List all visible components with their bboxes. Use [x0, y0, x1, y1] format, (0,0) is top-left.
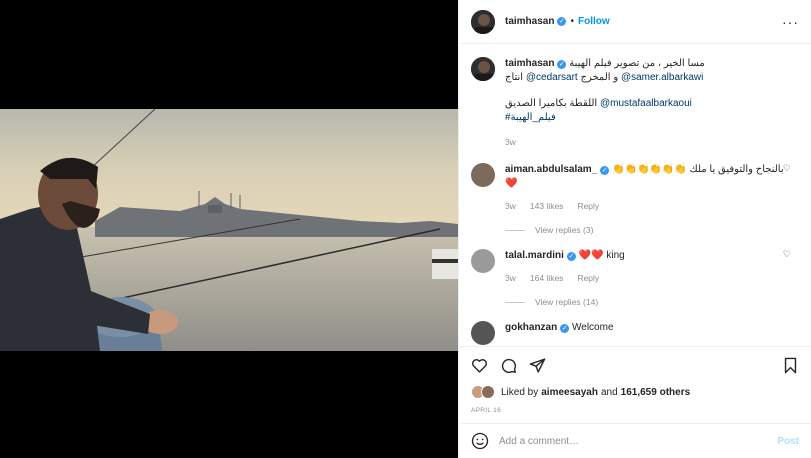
- verified-icon: ✓: [557, 17, 567, 26]
- caption: taimhasan ✓ مسا الخير ، من تصوير فيلم اله…: [471, 57, 799, 149]
- comment-username[interactable]: aiman.abdulsalam_: [505, 164, 597, 175]
- commenter-avatar[interactable]: [471, 321, 495, 345]
- add-comment-bar: Post: [459, 423, 811, 458]
- separator-dot: •: [570, 16, 574, 27]
- comment-time[interactable]: 3w: [505, 271, 516, 285]
- post-actions: Liked by aimeesayah and 161,659 others A…: [459, 346, 811, 414]
- verified-icon: ✓: [560, 324, 570, 333]
- comment-body: gokhanzan ✓ Welcome: [505, 321, 795, 335]
- mention-samer-albarkawi[interactable]: @samer.albarkawi: [621, 72, 703, 83]
- post-modal: taimhasan ✓ • Follow ··· taimhasan ✓ مسا …: [0, 0, 811, 458]
- caption-body: taimhasan ✓ مسا الخير ، من تصوير فيلم اله…: [505, 57, 795, 149]
- caption-username[interactable]: taimhasan: [505, 58, 554, 69]
- divider-line: [505, 229, 525, 231]
- reply-button[interactable]: Reply: [577, 199, 599, 213]
- fishing-photo: [0, 109, 458, 351]
- more-icon[interactable]: ···: [782, 14, 799, 30]
- mention-cedarsart[interactable]: @cedarsart: [526, 72, 578, 83]
- avatar-photo: [471, 9, 495, 34]
- caption-line-2-mid: و المخرج: [577, 72, 621, 83]
- caption-line-2-prefix: انتاج: [505, 72, 526, 83]
- divider-line: [505, 301, 525, 303]
- comments-list[interactable]: taimhasan ✓ مسا الخير ، من تصوير فيلم اله…: [459, 45, 811, 345]
- post-photo[interactable]: [0, 109, 458, 351]
- caption-line-3-prefix: اللقطة بكاميرا الصديق: [505, 98, 600, 109]
- comment-item: talal.mardini ✓ ❤️❤️ king 3w 164 likes Re…: [471, 249, 799, 285]
- caption-time[interactable]: 3w: [505, 135, 516, 149]
- view-replies-button[interactable]: View replies (3): [505, 225, 799, 235]
- comment-body: aiman.abdulsalam_ ✓ 👏👏👏👏👏👏 بالنجاح والتوف…: [505, 163, 795, 213]
- comment-emoji: 👏👏👏👏👏👏: [612, 164, 687, 175]
- likes-summary: Liked by aimeesayah and 161,659 others: [471, 385, 799, 399]
- likes-prefix: Liked by: [501, 386, 539, 398]
- comment-username[interactable]: gokhanzan: [505, 322, 557, 333]
- emoji-icon[interactable]: [471, 432, 489, 450]
- caption-line-1: مسا الخير ، من تصوير فيلم الهيبة: [569, 58, 705, 69]
- commenter-avatar[interactable]: [471, 163, 495, 187]
- comment-text: king: [603, 250, 625, 261]
- liker-avatar[interactable]: [481, 385, 495, 399]
- post-comment-button[interactable]: Post: [777, 436, 799, 447]
- post-media[interactable]: [0, 0, 458, 458]
- like-heart-icon[interactable]: [471, 357, 488, 374]
- comment-emoji: ❤️❤️: [578, 250, 604, 261]
- verified-icon: ✓: [557, 60, 567, 69]
- reply-button[interactable]: Reply: [577, 271, 599, 285]
- view-replies-label: View replies (3): [535, 225, 594, 235]
- hashtag-link[interactable]: #فيلم_الهيبة: [505, 112, 556, 123]
- comment-likes[interactable]: 143 likes: [530, 199, 564, 213]
- comment-like-icon[interactable]: ♡: [783, 163, 791, 174]
- author-avatar[interactable]: [471, 9, 495, 34]
- comment-input[interactable]: [499, 435, 778, 447]
- share-icon[interactable]: [529, 357, 546, 374]
- post-side-panel: taimhasan ✓ • Follow ··· taimhasan ✓ مسا …: [458, 0, 811, 458]
- comment-text: بالنجاح والتوفيق يا ملك: [689, 164, 784, 175]
- likes-count[interactable]: 161,659 others: [621, 387, 691, 398]
- comment-item: gokhanzan ✓ Welcome: [471, 321, 799, 345]
- likes-mid: and: [600, 386, 618, 398]
- comment-body: talal.mardini ✓ ❤️❤️ king 3w 164 likes Re…: [505, 249, 795, 285]
- action-icons: [471, 353, 799, 377]
- view-replies-button[interactable]: View replies (14): [505, 297, 799, 307]
- view-replies-label: View replies (14): [535, 297, 599, 307]
- verified-icon: ✓: [600, 166, 610, 175]
- mention-mustafaalbarkaoui[interactable]: @mustafaalbarkaoui: [600, 98, 692, 109]
- commenter-avatar[interactable]: [471, 249, 495, 273]
- verified-icon: ✓: [566, 252, 576, 261]
- comment-time[interactable]: 3w: [505, 199, 516, 213]
- avatar-photo: [471, 57, 495, 81]
- save-bookmark-icon[interactable]: [782, 357, 799, 374]
- comment-username[interactable]: talal.mardini: [505, 250, 564, 261]
- post-header: taimhasan ✓ • Follow ···: [459, 0, 811, 44]
- comment-icon[interactable]: [500, 357, 517, 374]
- liker-username[interactable]: aimeesayah: [541, 387, 598, 398]
- comment-emoji-2: ❤️: [505, 178, 518, 189]
- author-username[interactable]: taimhasan: [505, 16, 554, 27]
- comment-likes[interactable]: 164 likes: [530, 271, 564, 285]
- comment-text: Welcome: [572, 322, 614, 333]
- comment-item: aiman.abdulsalam_ ✓ 👏👏👏👏👏👏 بالنجاح والتوف…: [471, 163, 799, 213]
- caption-avatar[interactable]: [471, 57, 495, 81]
- follow-button[interactable]: Follow: [578, 16, 610, 27]
- post-date[interactable]: APRIL 16: [471, 407, 799, 414]
- comment-like-icon[interactable]: ♡: [783, 249, 791, 260]
